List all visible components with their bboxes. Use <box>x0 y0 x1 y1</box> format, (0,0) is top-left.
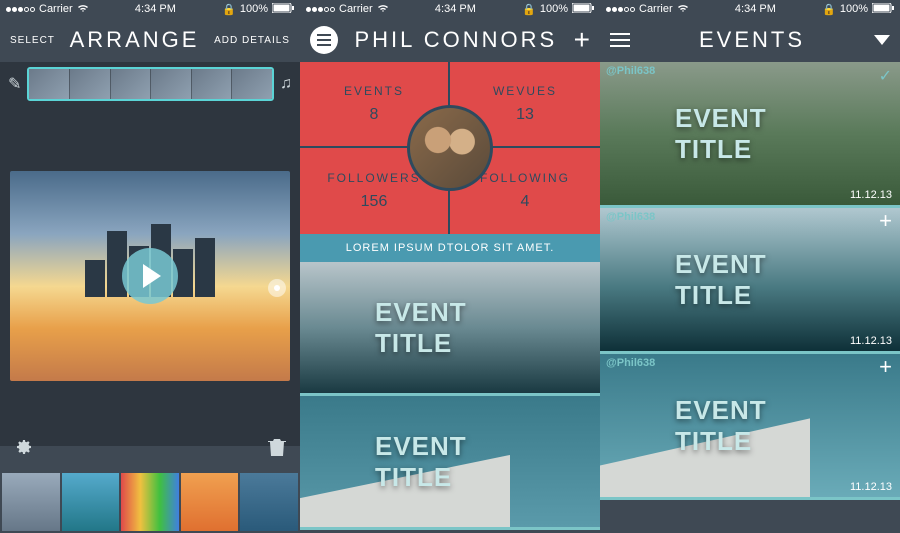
video-preview[interactable] <box>10 171 290 381</box>
battery-icon <box>872 3 894 16</box>
page-title: ARRANGE <box>70 27 200 53</box>
check-icon[interactable]: ✓ <box>879 66 892 86</box>
toolbar <box>0 437 300 465</box>
scrub-handle[interactable] <box>268 279 286 297</box>
music-icon[interactable]: ♫ <box>280 75 292 93</box>
carrier: Carrier <box>639 3 673 15</box>
stats-label: WEVUES <box>493 84 557 98</box>
clip-frame[interactable] <box>151 69 192 99</box>
profile-name: PHIL CONNORS <box>354 27 557 53</box>
clip-frame[interactable] <box>232 69 272 99</box>
clip-frame[interactable] <box>29 69 70 99</box>
clip-frame[interactable] <box>192 69 233 99</box>
battery-pct: 100% <box>840 3 868 15</box>
menu-button[interactable] <box>310 26 338 54</box>
event-card[interactable]: @Phil638 + EVENT TITLE 11.12.13 <box>600 354 900 500</box>
thumbnail[interactable] <box>62 473 120 531</box>
bio-text: LOREM IPSUM DTOLOR SIT AMET. <box>300 234 600 262</box>
nav-bar: SELECT ARRANGE ADD DETAILS <box>0 18 300 62</box>
pencil-icon[interactable]: ✎ <box>8 74 21 94</box>
thumbnail[interactable] <box>240 473 298 531</box>
clock: 4:34 PM <box>735 3 776 15</box>
wifi-icon <box>77 3 89 16</box>
play-button[interactable] <box>122 248 178 304</box>
stats-value: 13 <box>516 106 534 124</box>
rotation-lock-icon: 🔒 <box>222 3 236 16</box>
nav-bar: EVENTS <box>600 18 900 62</box>
rotation-lock-icon: 🔒 <box>822 3 836 16</box>
signal-icon <box>6 7 35 12</box>
arrange-screen: Carrier 4:34 PM 🔒 100% SELECT ARRANGE AD… <box>0 0 300 533</box>
filmstrip: ✎ ♫ <box>0 62 300 106</box>
status-bar: Carrier 4:34 PM 🔒 100% <box>300 0 600 18</box>
thumbnail[interactable] <box>181 473 239 531</box>
carrier: Carrier <box>39 3 73 15</box>
battery-icon <box>272 3 294 16</box>
clip-frame[interactable] <box>111 69 152 99</box>
user-handle: @Phil638 <box>606 65 655 77</box>
event-date: 11.12.13 <box>850 189 892 201</box>
event-date: 11.12.13 <box>850 335 892 347</box>
wifi-icon <box>677 3 689 16</box>
clip-frame[interactable] <box>70 69 111 99</box>
thumbnail[interactable] <box>121 473 179 531</box>
signal-icon <box>606 7 635 12</box>
avatar[interactable] <box>407 105 493 191</box>
stats-label: EVENTS <box>344 84 404 98</box>
stats-value: 8 <box>370 106 379 124</box>
clock: 4:34 PM <box>435 3 476 15</box>
profile-screen: Carrier 4:34 PM 🔒 100% PHIL CONNORS + EV… <box>300 0 600 533</box>
rotation-lock-icon: 🔒 <box>522 3 536 16</box>
select-button[interactable]: SELECT <box>10 35 55 46</box>
event-title: EVENT TITLE <box>375 431 525 493</box>
battery-pct: 100% <box>540 3 568 15</box>
event-card[interactable]: @Phil638 + EVENT TITLE 11.12.13 <box>600 208 900 354</box>
play-icon <box>143 264 161 288</box>
events-screen: Carrier 4:34 PM 🔒 100% EVENTS @Phil638 ✓… <box>600 0 900 533</box>
carrier: Carrier <box>339 3 373 15</box>
battery-pct: 100% <box>240 3 268 15</box>
user-handle: @Phil638 <box>606 211 655 223</box>
add-icon[interactable]: + <box>879 208 892 234</box>
clock: 4:34 PM <box>135 3 176 15</box>
clip-strip[interactable] <box>27 67 274 101</box>
event-title: EVENT TITLE <box>675 249 825 311</box>
stats-value: 4 <box>521 193 530 211</box>
nav-bar: PHIL CONNORS + <box>300 18 600 62</box>
status-bar: Carrier 4:34 PM 🔒 100% <box>600 0 900 18</box>
stats-grid: EVENTS 8 WEVUES 13 FOLLOWERS 156 FOLLOWI… <box>300 62 600 234</box>
page-title: EVENTS <box>699 27 805 53</box>
event-date: 11.12.13 <box>850 481 892 493</box>
stats-label: FOLLOWERS <box>327 171 420 185</box>
event-card[interactable]: EVENT TITLE <box>300 396 600 530</box>
video-preview-area <box>0 106 300 446</box>
event-title: EVENT TITLE <box>675 395 825 457</box>
status-bar: Carrier 4:34 PM 🔒 100% <box>0 0 300 18</box>
filter-button[interactable] <box>874 35 890 45</box>
trash-icon[interactable] <box>268 437 286 465</box>
thumbnail[interactable] <box>2 473 60 531</box>
signal-icon <box>306 7 335 12</box>
battery-icon <box>572 3 594 16</box>
stats-value: 156 <box>361 193 388 211</box>
thumbnail-row <box>0 471 300 533</box>
event-card[interactable]: @Phil638 ✓ EVENT TITLE 11.12.13 <box>600 62 900 208</box>
wifi-icon <box>377 3 389 16</box>
gear-icon[interactable] <box>14 437 34 465</box>
add-details-button[interactable]: ADD DETAILS <box>214 35 290 46</box>
menu-button[interactable] <box>610 33 630 47</box>
stats-label: FOLLOWING <box>480 171 570 185</box>
add-button[interactable]: + <box>574 24 590 56</box>
add-icon[interactable]: + <box>879 354 892 380</box>
event-title: EVENT TITLE <box>675 103 825 165</box>
event-title: EVENT TITLE <box>375 297 525 359</box>
user-handle: @Phil638 <box>606 357 655 369</box>
event-card[interactable]: EVENT TITLE <box>300 262 600 396</box>
